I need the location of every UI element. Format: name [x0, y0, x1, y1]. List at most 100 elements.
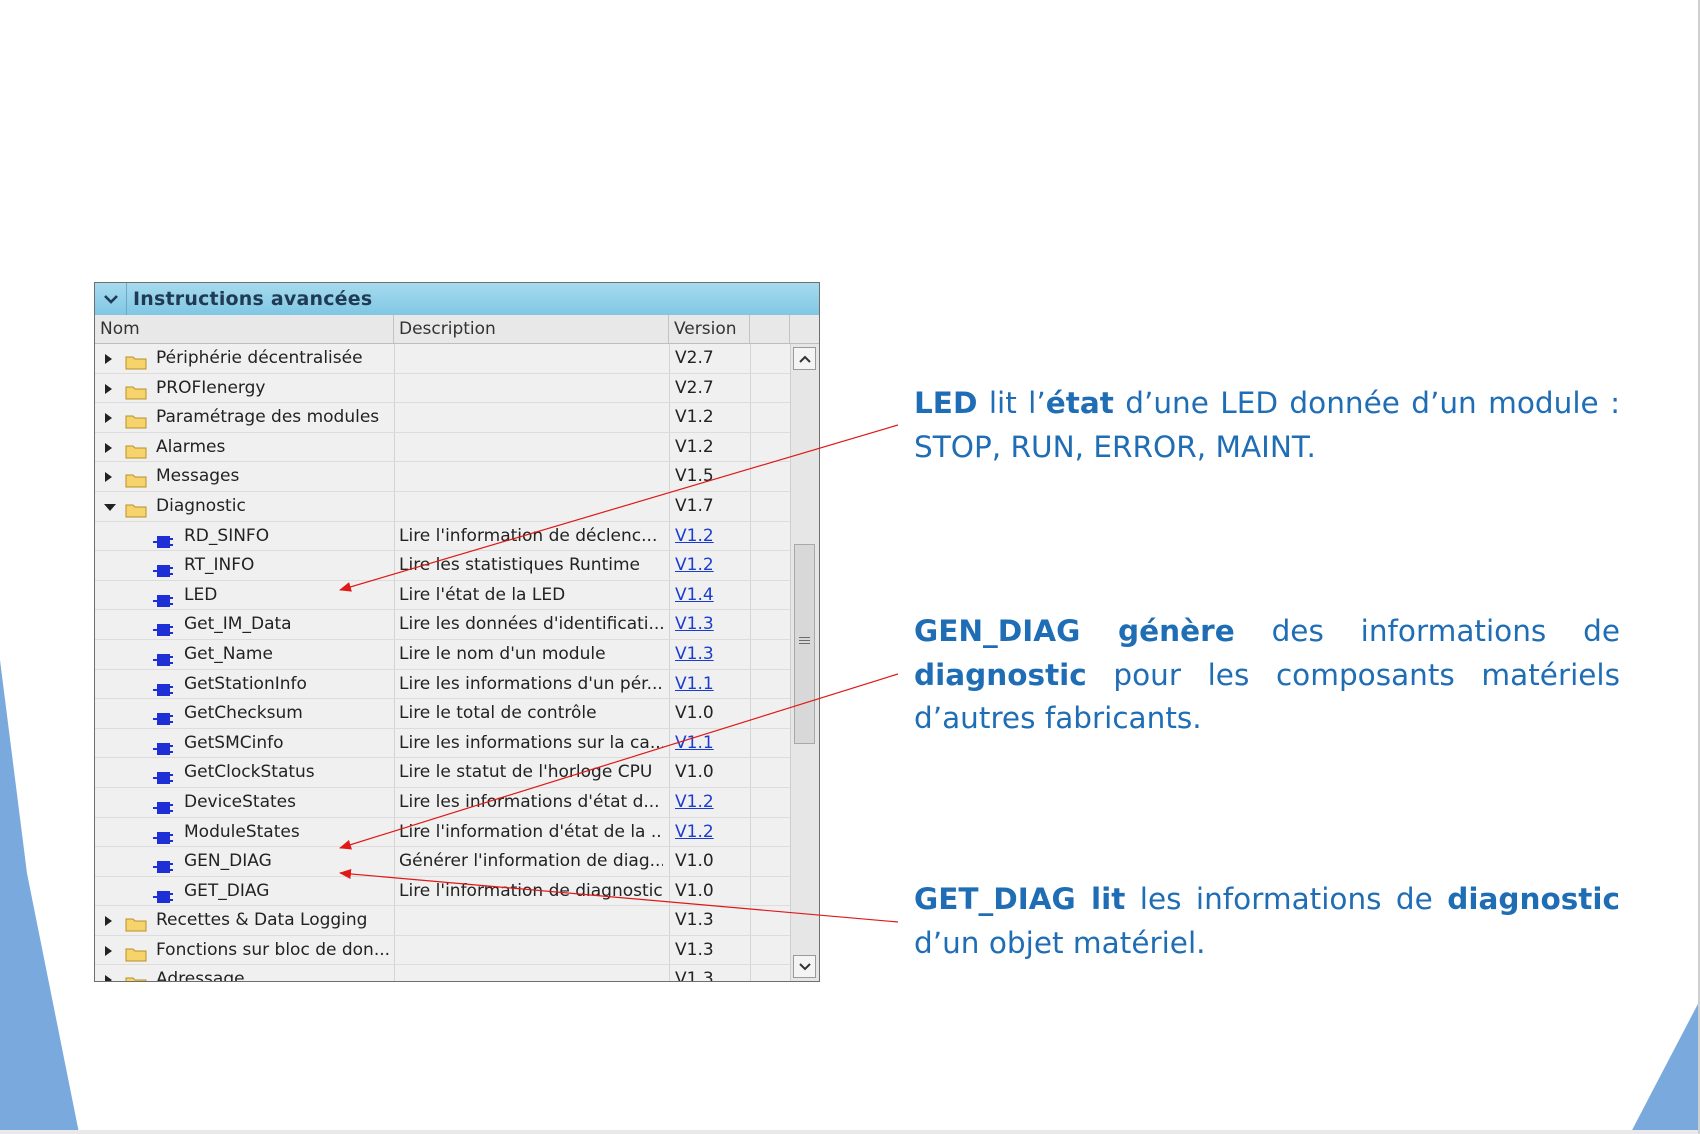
tree-instruction-row[interactable]: GetChecksum Lire le total de contrôle V1.0	[95, 699, 790, 729]
version-link[interactable]: V1.3	[675, 614, 714, 634]
tree-folder-row[interactable]: Périphérie décentralisée V2.7	[95, 344, 790, 374]
decorative-right-shape	[1630, 1000, 1700, 1134]
description-cell	[399, 344, 663, 373]
item-name: Diagnostic	[156, 495, 246, 516]
column-separator	[750, 373, 751, 403]
expand-right-icon[interactable]	[105, 916, 112, 927]
item-name: Adressage	[156, 969, 245, 982]
tree-instruction-row[interactable]: GetClockStatus Lire le statut de l'horlog…	[95, 758, 790, 788]
description-cell	[399, 906, 663, 935]
item-name: Get_Name	[184, 643, 273, 664]
expand-down-icon[interactable]	[104, 503, 116, 511]
column-separator	[669, 462, 670, 491]
tree-instruction-row[interactable]: ModuleStates Lire l'information d'état de…	[95, 817, 790, 848]
tree-instruction-row[interactable]: GET_DIAG Lire l'information de diagnostic…	[95, 876, 790, 907]
name-cell: PROFIenergy	[95, 374, 391, 403]
version-cell: V1.3	[675, 965, 745, 981]
annotation-get-diag-keyword-2: diagnostic	[1447, 882, 1620, 916]
column-header-description[interactable]: Description	[394, 315, 669, 343]
name-cell: LED	[95, 581, 391, 610]
version-cell: V1.2	[675, 788, 745, 817]
name-cell: ModuleStates	[95, 818, 391, 847]
item-name: GetStationInfo	[184, 673, 307, 694]
item-name: Get_IM_Data	[184, 614, 292, 635]
expand-right-icon[interactable]	[105, 383, 112, 394]
column-separator	[669, 373, 670, 403]
version-text: V1.3	[675, 910, 714, 931]
folder-icon	[125, 943, 147, 962]
column-separator	[750, 728, 751, 758]
version-link[interactable]: V1.3	[675, 644, 714, 664]
folder-icon	[125, 440, 147, 459]
description-cell	[399, 433, 663, 462]
column-separator	[669, 728, 670, 758]
tree-instruction-row[interactable]: RT_INFO Lire les statistiques Runtime V1.2	[95, 551, 790, 581]
tree-instruction-row[interactable]: RD_SINFO Lire l'information de déclenc...…	[95, 521, 790, 552]
version-cell: V1.1	[675, 729, 745, 758]
column-separator	[669, 521, 670, 551]
tree-instruction-row[interactable]: GEN_DIAG Générer l'information de diag...…	[95, 847, 790, 877]
column-separator	[394, 551, 395, 580]
version-cell: V1.2	[675, 522, 745, 551]
expand-right-icon[interactable]	[105, 442, 112, 453]
scroll-thumb[interactable]	[794, 544, 815, 744]
description-cell	[399, 374, 663, 403]
version-link[interactable]: V1.1	[675, 674, 714, 694]
column-separator	[750, 580, 751, 610]
tree-instruction-row[interactable]: GetSMCinfo Lire les informations sur la c…	[95, 728, 790, 759]
version-link[interactable]: V1.2	[675, 526, 714, 546]
column-separator	[669, 580, 670, 610]
expand-right-icon[interactable]	[105, 945, 112, 956]
annotation-led-keyword: LED	[914, 386, 978, 420]
tree-folder-row[interactable]: Messages V1.5	[95, 462, 790, 492]
version-link[interactable]: V1.1	[675, 733, 714, 753]
version-link[interactable]: V1.4	[675, 585, 714, 605]
scroll-down-button[interactable]	[793, 955, 816, 978]
tree-instruction-row[interactable]: Get_Name Lire le nom d'un module V1.3	[95, 639, 790, 670]
tree-folder-row[interactable]: Recettes & Data Logging V1.3	[95, 906, 790, 936]
name-cell: GetSMCinfo	[95, 729, 391, 758]
column-header-nom[interactable]: Nom	[95, 315, 394, 343]
version-link[interactable]: V1.2	[675, 822, 714, 842]
tree-instruction-row[interactable]: Get_IM_Data Lire les données d'identifica…	[95, 610, 790, 640]
column-separator	[750, 491, 751, 521]
version-link[interactable]: V1.2	[675, 792, 714, 812]
annotation-gen-diag-keyword-2: diagnostic	[914, 657, 1087, 692]
column-separator	[394, 491, 395, 521]
tree-folder-row[interactable]: Fonctions sur bloc de don... V1.3	[95, 935, 790, 966]
annotation-gen-diag-text-1: des informations de	[1234, 614, 1620, 648]
folder-icon	[125, 499, 147, 518]
version-link[interactable]: V1.2	[675, 555, 714, 575]
item-name: GetSMCinfo	[184, 732, 284, 753]
tree-table: Périphérie décentralisée V2.7 PROFIenergy V…	[95, 344, 790, 982]
item-name: GEN_DIAG	[184, 851, 272, 872]
expand-right-icon[interactable]	[105, 472, 112, 483]
column-header-version[interactable]: Version	[669, 315, 750, 343]
annotation-led: LED lit l’état d’une LED donnée d’un mod…	[914, 382, 1620, 469]
scroll-up-button[interactable]	[793, 347, 816, 370]
column-separator	[750, 403, 751, 432]
tree-instruction-row[interactable]: GetStationInfo Lire les informations d'un…	[95, 669, 790, 700]
tree-folder-row[interactable]: PROFIenergy V2.7	[95, 373, 790, 404]
name-cell: GET_DIAG	[95, 877, 391, 906]
expand-right-icon[interactable]	[105, 975, 112, 981]
tree-folder-row[interactable]: Paramétrage des modules V1.2	[95, 403, 790, 433]
column-separator	[669, 403, 670, 432]
expand-right-icon[interactable]	[105, 413, 112, 424]
collapse-button[interactable]	[95, 283, 127, 315]
column-separator	[669, 491, 670, 521]
name-cell: RD_SINFO	[95, 522, 391, 551]
version-cell: V1.3	[675, 936, 745, 965]
tree-folder-row[interactable]: Adressage V1.3	[95, 965, 790, 982]
expand-right-icon[interactable]	[105, 354, 112, 364]
version-text: V2.7	[675, 377, 714, 398]
vertical-scrollbar[interactable]	[790, 344, 819, 981]
item-name: Fonctions sur bloc de don...	[156, 939, 391, 960]
instruction-block-icon	[153, 559, 173, 578]
tree-instruction-row[interactable]: LED Lire l'état de la LED V1.4	[95, 580, 790, 611]
version-cell: V1.0	[675, 877, 745, 906]
tree-instruction-row[interactable]: DeviceStates Lire les informations d'état…	[95, 787, 790, 818]
tree-folder-row[interactable]: Diagnostic V1.7	[95, 491, 790, 522]
item-name: DeviceStates	[184, 791, 296, 812]
tree-folder-row[interactable]: Alarmes V1.2	[95, 432, 790, 463]
